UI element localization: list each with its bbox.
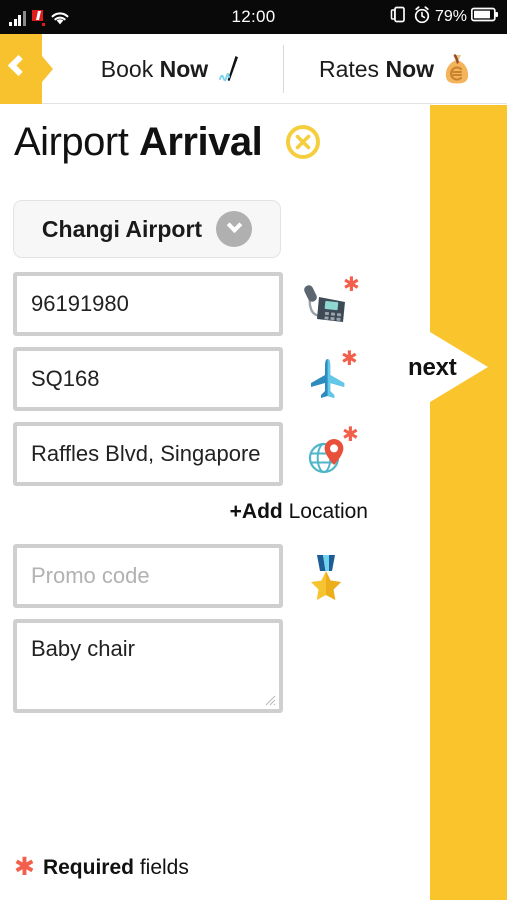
promo-code-input[interactable]: Promo code: [13, 544, 283, 608]
chevron-down-icon: [216, 211, 253, 247]
medal-icon: [297, 545, 361, 607]
airport-dropdown-value: Changi Airport: [41, 215, 203, 242]
page-title: Airport Arrival: [14, 119, 263, 164]
right-yellow-panel: [430, 105, 507, 900]
booking-form: Changi Airport 96191980 ✱ SQ168 ✱ Raffle…: [0, 200, 430, 724]
flight-number-input[interactable]: SQ168: [13, 347, 283, 411]
svg-text:✱: ✱: [341, 350, 358, 370]
status-bar: 12:00 79%: [0, 0, 507, 34]
app-screen: 12:00 79% Book Now Rates Now next Airpor…: [0, 0, 507, 900]
flight-number-row: SQ168 ✱: [0, 347, 430, 411]
destination-row: Raffles Blvd, Singapore ✱: [0, 422, 430, 486]
promo-code-row: Promo code: [0, 544, 430, 608]
tab-strip: Book Now Rates Now: [60, 34, 507, 104]
svg-text:✱: ✱: [342, 425, 359, 446]
resize-grip-icon[interactable]: [265, 695, 276, 706]
required-fields-note: ✱ Required fields: [14, 855, 189, 880]
telephone-icon: ✱: [297, 273, 361, 335]
tab-rates-now[interactable]: Rates Now: [284, 34, 507, 104]
remarks-textarea[interactable]: Baby chair: [13, 619, 283, 713]
globe-location-pin-icon: ✱: [297, 423, 361, 485]
required-asterisk-icon: ✱: [14, 853, 35, 881]
tab-rates-now-label: Rates Now: [318, 55, 435, 82]
battery-percentage: 79%: [434, 8, 467, 25]
add-location-label: Location: [288, 500, 368, 523]
status-bar-right-icons: 79%: [389, 5, 499, 29]
pen-icon: [216, 54, 242, 84]
tab-book-now-label: Book Now: [100, 55, 209, 82]
chevron-left-icon: [7, 54, 30, 77]
money-bag-icon: [442, 53, 472, 85]
page-title-row: Airport Arrival: [0, 108, 430, 176]
contact-number-row: 96191980 ✱: [0, 272, 430, 336]
airplane-icon: ✱: [297, 348, 361, 410]
tab-book-now[interactable]: Book Now: [60, 34, 283, 104]
back-button-notch: [42, 56, 53, 82]
contact-number-input[interactable]: 96191980: [13, 272, 283, 336]
battery-icon: [470, 7, 499, 27]
alarm-clock-icon: [413, 5, 431, 29]
required-fields-text: Required fields: [42, 855, 189, 879]
vibrate-icon: [389, 6, 409, 28]
remarks-row: Baby chair: [0, 619, 430, 713]
close-circle-icon[interactable]: [284, 123, 322, 161]
svg-text:✱: ✱: [343, 275, 359, 296]
add-location-plus: +Add: [229, 500, 283, 523]
airport-dropdown[interactable]: Changi Airport: [13, 200, 281, 258]
destination-input[interactable]: Raffles Blvd, Singapore: [13, 422, 283, 486]
add-location-link[interactable]: +Add Location: [0, 500, 430, 524]
top-navigation-bar: Book Now Rates Now: [0, 34, 507, 104]
back-button[interactable]: [0, 34, 53, 104]
